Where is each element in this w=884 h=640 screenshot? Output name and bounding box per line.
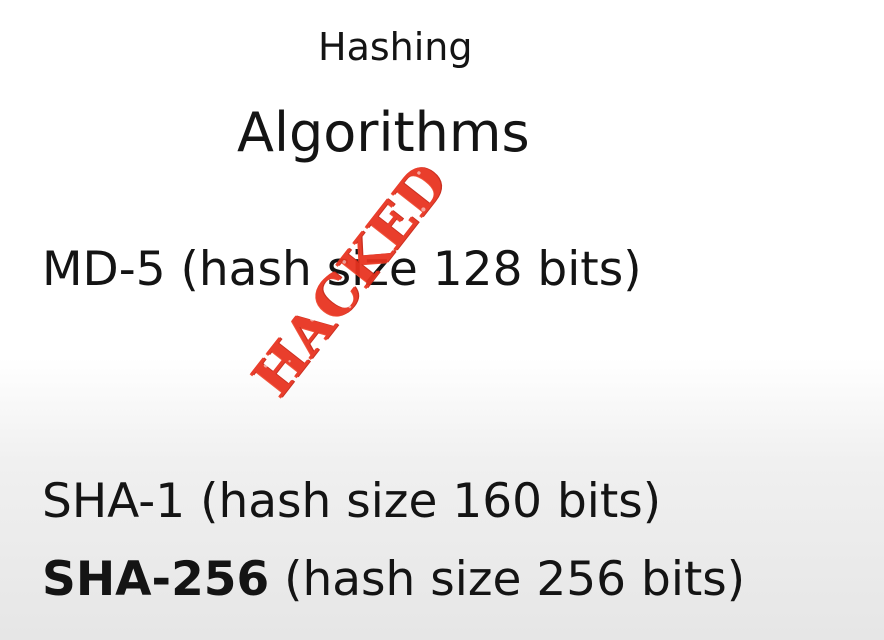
title-line-1: Hashing: [318, 25, 473, 69]
item-name: SHA-256: [42, 552, 270, 607]
item-detail: (hash size 160 bits): [185, 474, 662, 529]
title-line-2: Algorithms: [237, 101, 530, 164]
list-item-sha1: SHA-1 (hash size 160 bits): [42, 478, 661, 525]
list-item-sha256: SHA-256 (hash size 256 bits): [42, 556, 745, 603]
item-name: SHA-1: [42, 474, 186, 529]
slide: Hashing Algorithms MD-5 (hash size 128 b…: [0, 0, 884, 640]
item-name: MD-5: [42, 242, 166, 297]
item-detail: (hash size 256 bits): [269, 552, 746, 607]
